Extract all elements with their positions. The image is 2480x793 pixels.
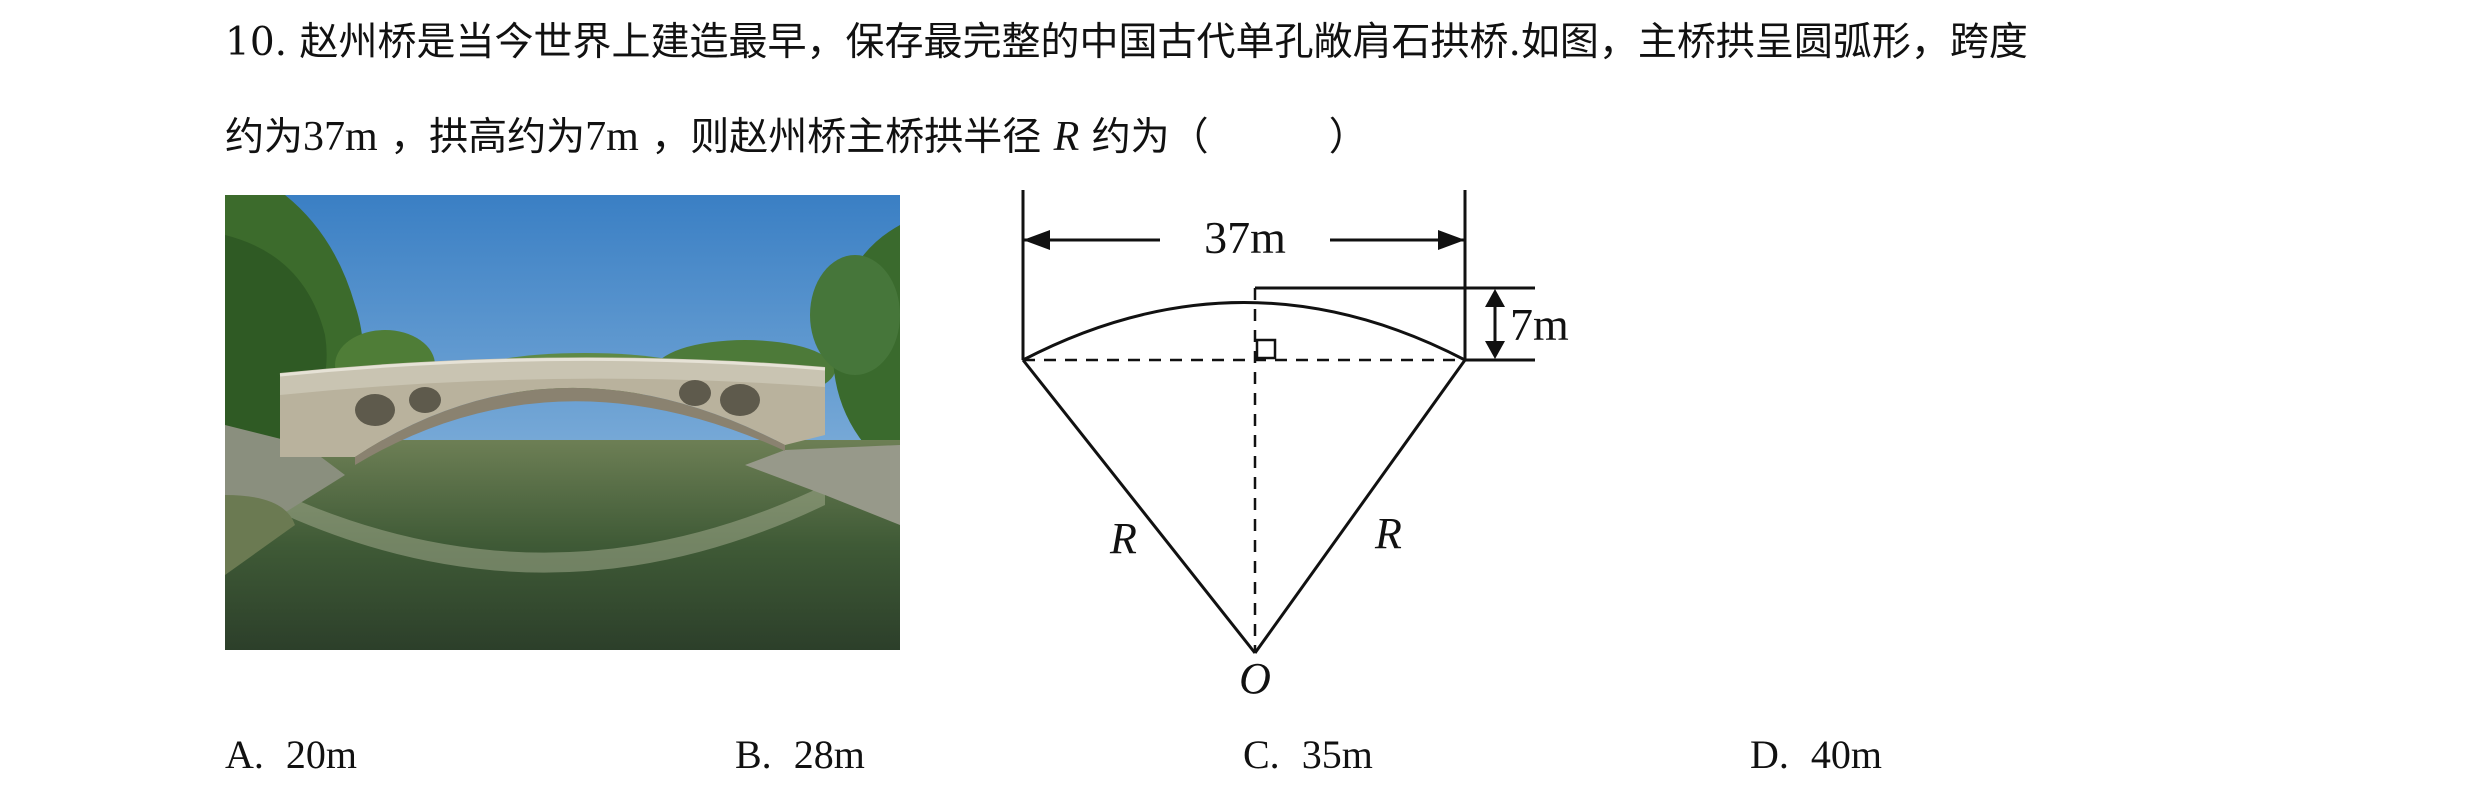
option-d-value: 40m (1810, 732, 1883, 777)
option-b[interactable]: B. 28m (735, 730, 865, 780)
question-text-2a: 约为 (225, 115, 304, 160)
height-value: 7m (585, 114, 639, 160)
option-b-value: 28m (793, 732, 865, 777)
option-c-value: 35m (1301, 732, 1373, 777)
bridge-photo (225, 195, 900, 650)
option-c-letter: C. (1243, 732, 1280, 777)
radius-label-right: R (1374, 509, 1402, 558)
option-d-letter: D. (1750, 732, 1789, 777)
center-label: O (1239, 654, 1271, 703)
radius-symbol: R (1053, 114, 1080, 160)
radius-label-left: R (1109, 514, 1137, 563)
span-value: 37m (303, 114, 378, 160)
option-a[interactable]: A. 20m (225, 730, 357, 780)
question-text-1: 赵州桥是当今世界上建造最早，保存最完整的中国古代单孔敞肩石拱桥.如图，主桥拱呈圆… (299, 20, 2028, 65)
question-line-1: 10. 赵州桥是当今世界上建造最早，保存最完整的中国古代单孔敞肩石拱桥.如图，主… (225, 18, 2028, 68)
option-b-letter: B. (735, 732, 772, 777)
question-text-2d: 约为（ (1091, 115, 1209, 160)
option-a-value: 20m (285, 732, 358, 777)
question-text-2e: ） (1328, 115, 1368, 160)
span-label: 37m (1204, 212, 1286, 263)
option-c[interactable]: C. 35m (1243, 730, 1373, 780)
option-a-letter: A. (225, 732, 264, 777)
question-number: 10. (225, 20, 288, 65)
option-d[interactable]: D. 40m (1750, 730, 1882, 780)
question-text-2b: ，拱高约为 (390, 115, 586, 160)
question-text-2c: ，则赵州桥主桥拱半径 (651, 115, 1042, 160)
bridge-arch-diagram: 37m 7m R R O (990, 185, 1640, 710)
height-label: 7m (1510, 299, 1569, 350)
question-line-2: 约为37m ，拱高约为7m ，则赵州桥主桥拱半径 R 约为（ ） (225, 112, 1368, 163)
